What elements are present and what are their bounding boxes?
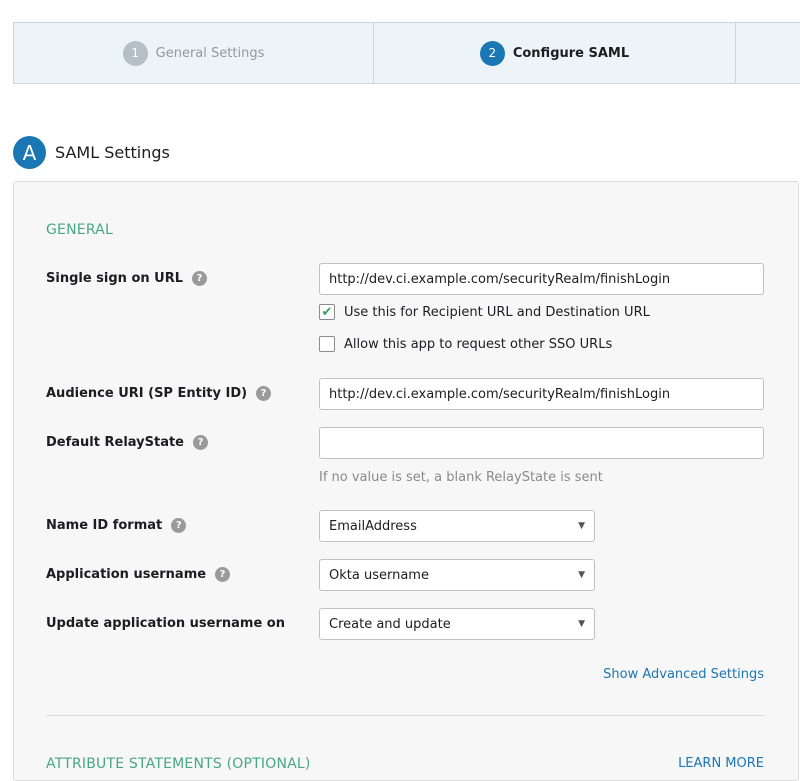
relay-state-label: Default RelayState ?: [46, 435, 208, 450]
allow-other-sso-checkbox[interactable]: [319, 336, 335, 352]
use-for-recipient-option[interactable]: ✔ Use this for Recipient URL and Destina…: [319, 304, 650, 320]
app-username-label: Application username ?: [46, 567, 231, 582]
use-for-recipient-label: Use this for Recipient URL and Destinati…: [344, 304, 650, 320]
step-general-settings[interactable]: 1 General Settings: [14, 23, 374, 83]
update-username-label: Update application username on: [46, 616, 285, 631]
relay-state-label-text: Default RelayState: [46, 435, 184, 450]
audience-uri-input[interactable]: http://dev.ci.example.com/securityRealm/…: [319, 378, 764, 410]
audience-uri-label: Audience URI (SP Entity ID) ?: [46, 386, 272, 401]
name-id-format-value: EmailAddress: [329, 518, 417, 534]
caret-down-icon: ▼: [578, 570, 585, 580]
show-advanced-settings-link[interactable]: Show Advanced Settings: [603, 667, 764, 682]
app-username-value: Okta username: [329, 567, 429, 583]
app-username-label-text: Application username: [46, 567, 207, 582]
use-for-recipient-checkbox[interactable]: ✔: [319, 304, 335, 320]
relay-state-hint: If no value is set, a blank RelayState i…: [319, 470, 603, 485]
step-label-1: General Settings: [155, 45, 265, 61]
update-username-value: Create and update: [329, 616, 451, 632]
name-id-format-label-text: Name ID format: [46, 518, 163, 533]
help-icon[interactable]: ?: [215, 567, 231, 582]
step-configure-saml[interactable]: 2 Configure SAML: [374, 23, 736, 83]
caret-down-icon: ▼: [578, 619, 585, 629]
learn-more-link[interactable]: LEARN MORE: [678, 756, 764, 771]
audience-uri-label-text: Audience URI (SP Entity ID): [46, 386, 248, 401]
sso-url-input[interactable]: http://dev.ci.example.com/securityRealm/…: [319, 263, 764, 295]
section-divider: [46, 715, 764, 716]
sso-url-label-text: Single sign on URL: [46, 271, 184, 286]
step-number-2: 2: [479, 40, 505, 66]
help-icon[interactable]: ?: [256, 386, 272, 401]
attribute-statements-title: ATTRIBUTE STATEMENTS (OPTIONAL): [46, 756, 311, 772]
help-icon[interactable]: ?: [171, 518, 187, 533]
update-username-select[interactable]: Create and update ▼: [319, 608, 595, 640]
help-icon[interactable]: ?: [193, 435, 208, 450]
step-number-1: 1: [122, 40, 148, 66]
wizard-stepper: 1 General Settings 2 Configure SAML: [13, 22, 800, 84]
allow-other-sso-option[interactable]: Allow this app to request other SSO URLs: [319, 336, 612, 352]
app-username-select[interactable]: Okta username ▼: [319, 559, 595, 591]
section-badge: A: [13, 136, 46, 169]
name-id-format-label: Name ID format ?: [46, 518, 187, 533]
help-icon[interactable]: ?: [192, 271, 208, 286]
relay-state-input[interactable]: [319, 427, 764, 459]
sso-url-label: Single sign on URL ?: [46, 271, 208, 286]
general-group-title: GENERAL: [46, 222, 113, 238]
section-title: SAML Settings: [55, 143, 170, 162]
checkmark-icon: ✔: [321, 304, 333, 320]
caret-down-icon: ▼: [578, 521, 585, 531]
allow-other-sso-label: Allow this app to request other SSO URLs: [344, 336, 613, 352]
update-username-label-text: Update application username on: [46, 616, 285, 631]
name-id-format-select[interactable]: EmailAddress ▼: [319, 510, 595, 542]
step-label-2: Configure SAML: [512, 45, 630, 61]
